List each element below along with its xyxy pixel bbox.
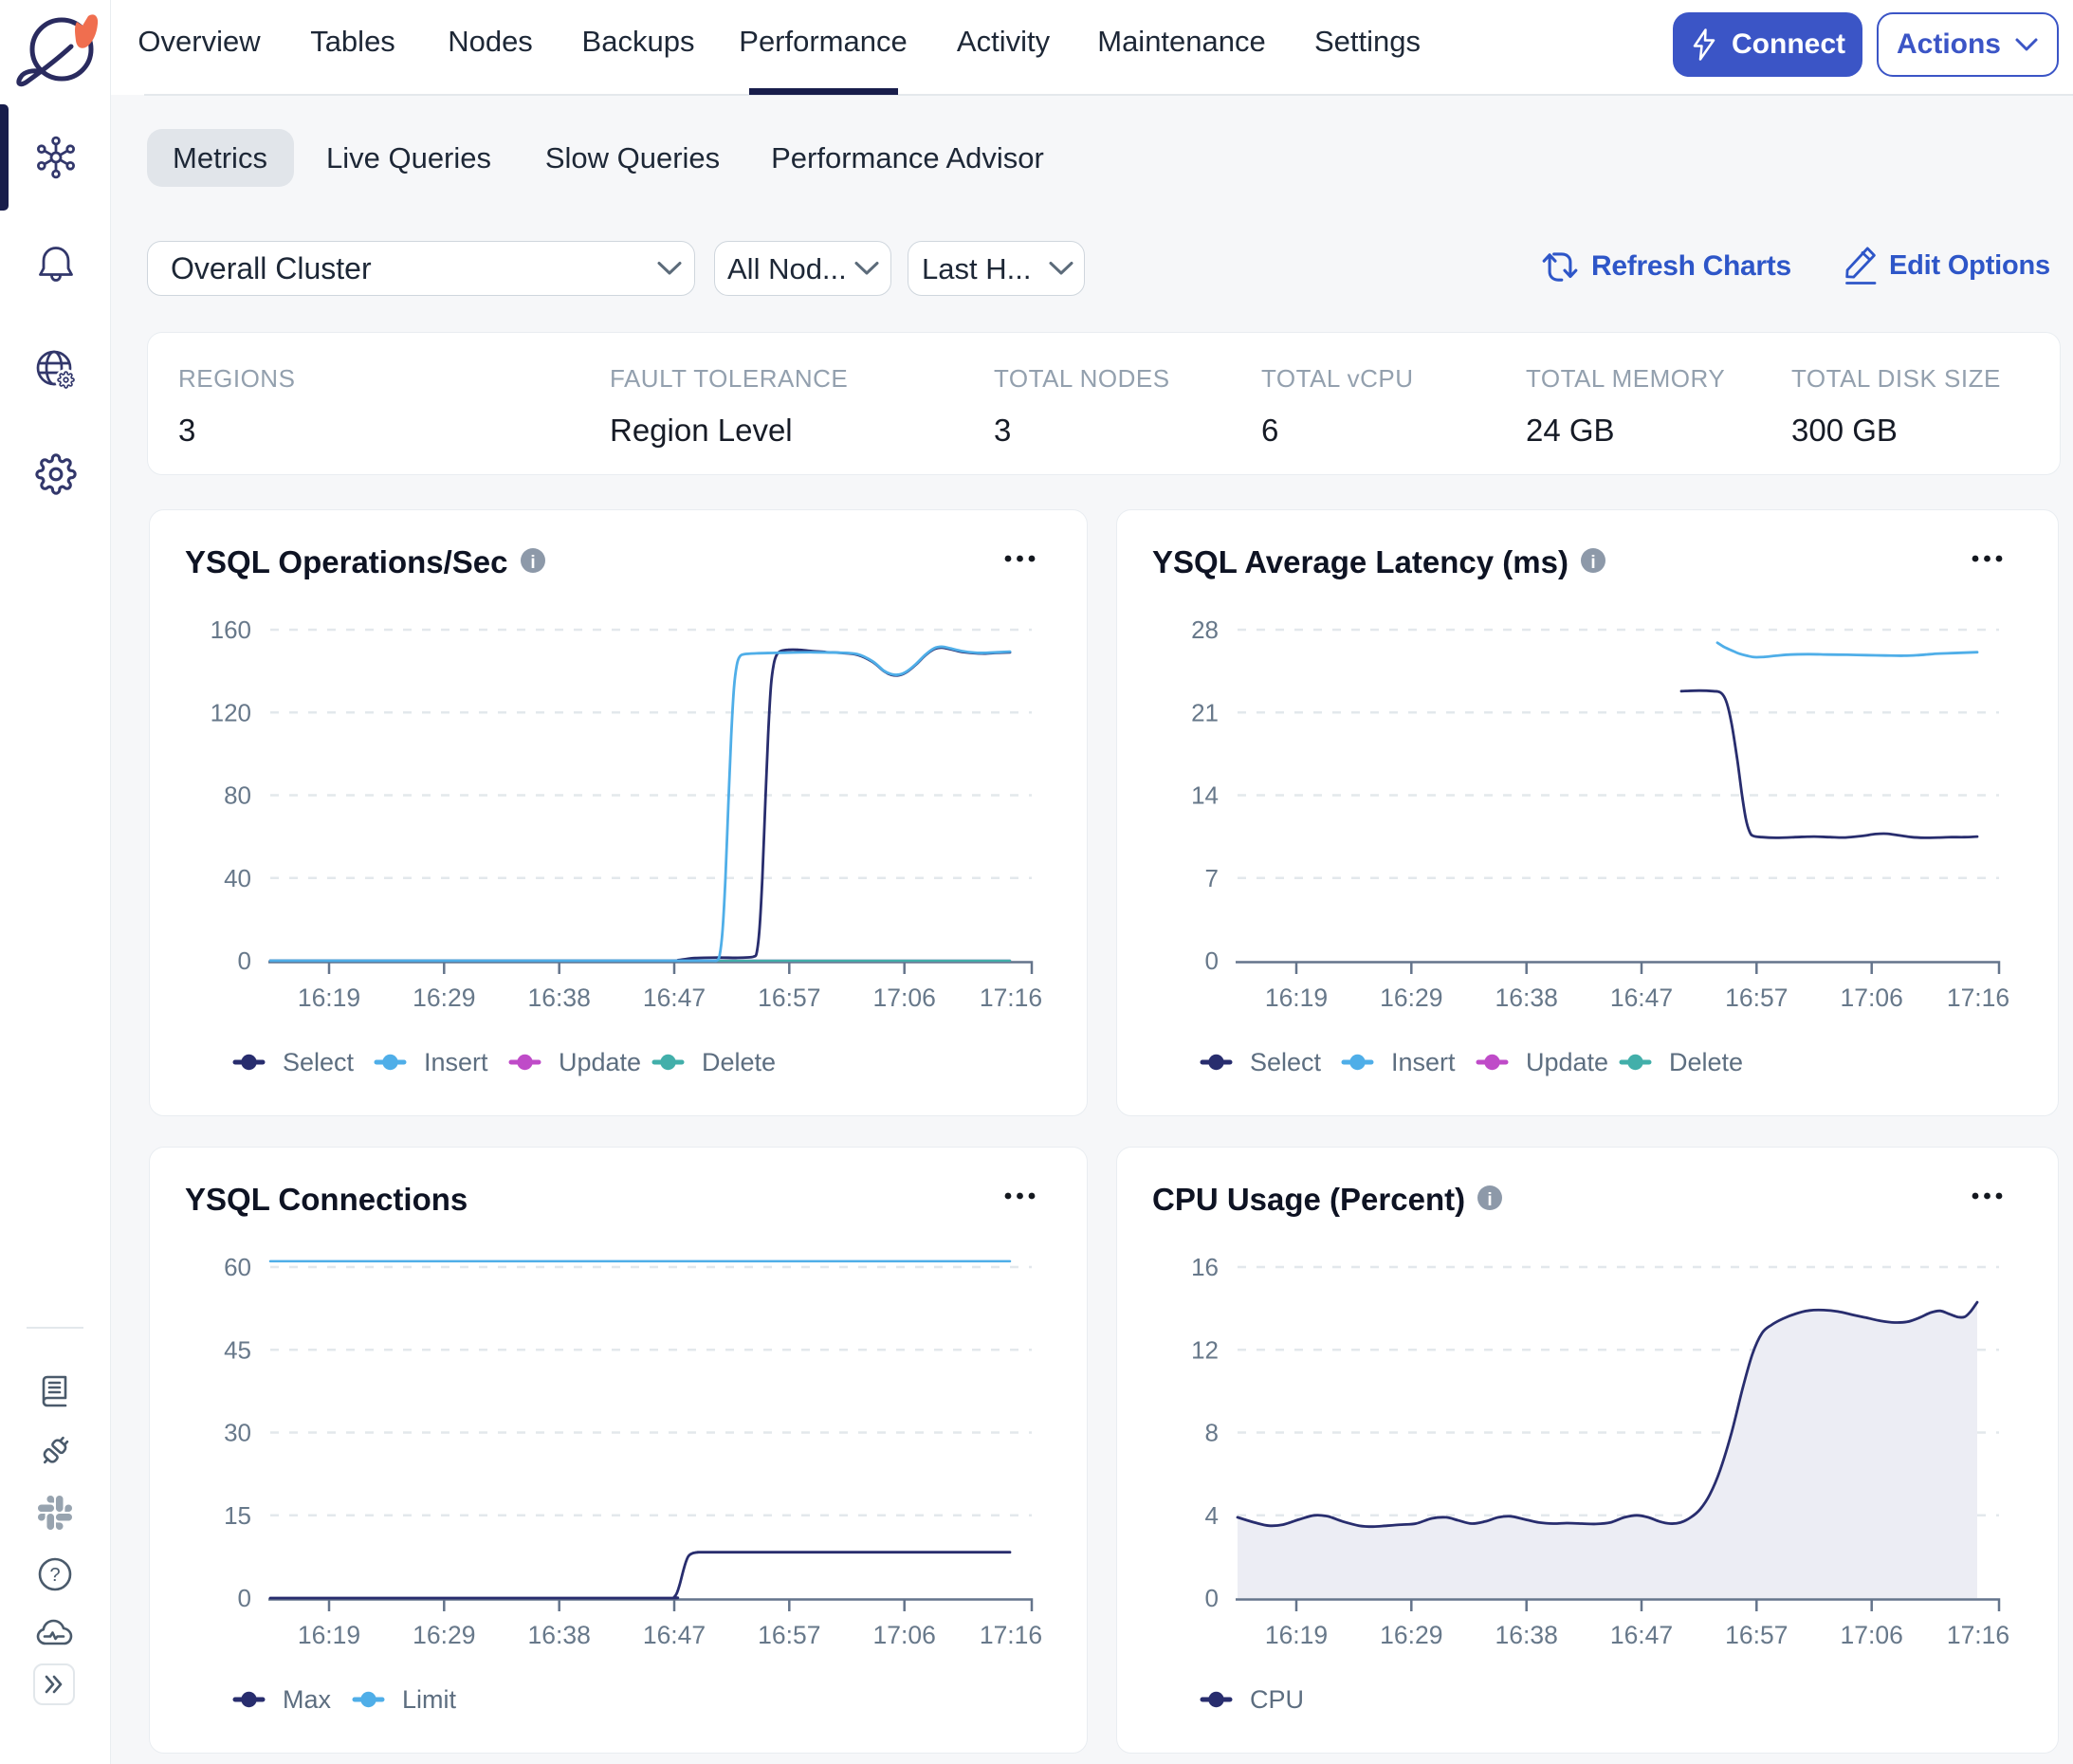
svg-text:0: 0 bbox=[1205, 946, 1219, 975]
svg-text:16:29: 16:29 bbox=[413, 1621, 475, 1649]
svg-text:120: 120 bbox=[211, 698, 251, 726]
svg-text:17:06: 17:06 bbox=[1841, 1621, 1903, 1649]
svg-text:0: 0 bbox=[1205, 1584, 1219, 1612]
svg-text:16:19: 16:19 bbox=[298, 1621, 360, 1649]
svg-text:45: 45 bbox=[224, 1335, 251, 1364]
svg-text:Insert: Insert bbox=[1391, 1048, 1456, 1076]
svg-text:17:06: 17:06 bbox=[873, 1621, 936, 1649]
svg-text:16:38: 16:38 bbox=[528, 983, 591, 1012]
svg-text:CPU Usage (Percent): CPU Usage (Percent) bbox=[1152, 1182, 1465, 1217]
svg-text:80: 80 bbox=[224, 781, 251, 810]
svg-text:Update: Update bbox=[559, 1048, 641, 1076]
svg-text:i: i bbox=[1590, 553, 1595, 573]
svg-text:12: 12 bbox=[1191, 1335, 1219, 1364]
svg-text:Delete: Delete bbox=[702, 1048, 776, 1076]
svg-text:14: 14 bbox=[1191, 781, 1219, 810]
svg-text:Max: Max bbox=[283, 1685, 332, 1714]
svg-text:7: 7 bbox=[1205, 864, 1219, 892]
svg-text:16:29: 16:29 bbox=[1380, 983, 1442, 1012]
svg-text:17:16: 17:16 bbox=[1947, 983, 2009, 1012]
svg-text:160: 160 bbox=[211, 616, 251, 644]
svg-text:16:57: 16:57 bbox=[1725, 1621, 1788, 1649]
svg-text:i: i bbox=[530, 553, 535, 573]
svg-text:i: i bbox=[1487, 1190, 1492, 1210]
svg-text:16: 16 bbox=[1191, 1253, 1219, 1281]
svg-text:28: 28 bbox=[1191, 616, 1219, 644]
svg-text:YSQL Connections: YSQL Connections bbox=[185, 1182, 468, 1217]
svg-text:Limit: Limit bbox=[402, 1685, 457, 1714]
svg-text:16:29: 16:29 bbox=[1380, 1621, 1442, 1649]
svg-text:Select: Select bbox=[283, 1048, 355, 1076]
svg-text:17:06: 17:06 bbox=[873, 983, 936, 1012]
svg-text:16:19: 16:19 bbox=[298, 983, 360, 1012]
svg-text:16:47: 16:47 bbox=[1610, 983, 1673, 1012]
svg-text:Delete: Delete bbox=[1669, 1048, 1743, 1076]
svg-text:17:16: 17:16 bbox=[980, 983, 1042, 1012]
svg-text:0: 0 bbox=[238, 946, 251, 975]
svg-text:16:38: 16:38 bbox=[1495, 983, 1558, 1012]
svg-text:40: 40 bbox=[224, 864, 251, 892]
svg-text:15: 15 bbox=[224, 1501, 251, 1530]
svg-text:YSQL Operations/Sec: YSQL Operations/Sec bbox=[185, 544, 508, 579]
svg-text:21: 21 bbox=[1191, 698, 1219, 726]
svg-text:60: 60 bbox=[224, 1253, 251, 1281]
svg-text:16:47: 16:47 bbox=[643, 1621, 706, 1649]
svg-text:Update: Update bbox=[1526, 1048, 1608, 1076]
svg-text:17:06: 17:06 bbox=[1841, 983, 1903, 1012]
svg-text:30: 30 bbox=[224, 1419, 251, 1447]
svg-text:Select: Select bbox=[1250, 1048, 1322, 1076]
svg-text:16:19: 16:19 bbox=[1265, 1621, 1328, 1649]
svg-text:17:16: 17:16 bbox=[980, 1621, 1042, 1649]
svg-text:CPU: CPU bbox=[1250, 1685, 1304, 1714]
svg-text:16:57: 16:57 bbox=[758, 1621, 820, 1649]
svg-text:0: 0 bbox=[238, 1584, 251, 1612]
svg-text:16:29: 16:29 bbox=[413, 983, 475, 1012]
svg-text:8: 8 bbox=[1205, 1419, 1219, 1447]
svg-text:?: ? bbox=[49, 1565, 60, 1586]
svg-text:YSQL Average Latency (ms): YSQL Average Latency (ms) bbox=[1152, 544, 1569, 579]
svg-text:16:38: 16:38 bbox=[528, 1621, 591, 1649]
svg-text:16:57: 16:57 bbox=[1725, 983, 1788, 1012]
svg-text:16:38: 16:38 bbox=[1495, 1621, 1558, 1649]
svg-text:16:19: 16:19 bbox=[1265, 983, 1328, 1012]
svg-text:4: 4 bbox=[1205, 1501, 1219, 1530]
svg-text:16:47: 16:47 bbox=[1610, 1621, 1673, 1649]
svg-text:Insert: Insert bbox=[424, 1048, 488, 1076]
svg-text:16:47: 16:47 bbox=[643, 983, 706, 1012]
svg-text:17:16: 17:16 bbox=[1947, 1621, 2009, 1649]
svg-text:16:57: 16:57 bbox=[758, 983, 820, 1012]
